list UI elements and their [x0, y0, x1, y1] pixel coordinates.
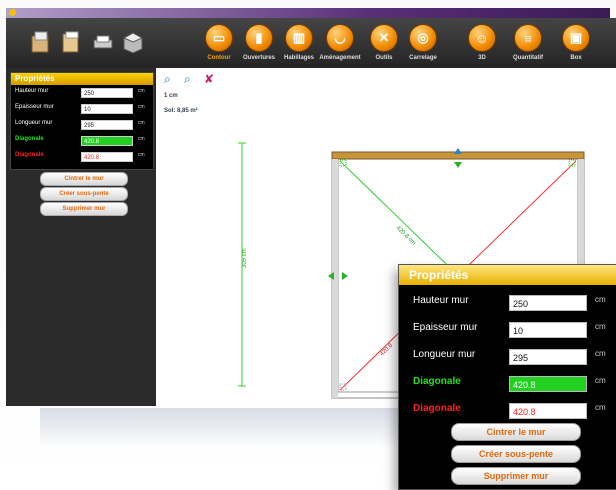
hammer-icon: ✕ — [370, 24, 398, 52]
unit-label: cm — [138, 152, 145, 158]
property-label: Diagonale — [15, 136, 44, 142]
property-row: Longueur mur 295 cm — [11, 117, 153, 133]
diagonal-green-field[interactable]: 420.8 — [509, 376, 587, 392]
unit-label: cm — [138, 88, 145, 94]
tool-box[interactable]: ▣ Box — [550, 24, 602, 66]
property-label: Diagonale — [413, 403, 461, 414]
property-row: Hauteur mur 250 cm — [399, 289, 616, 316]
diagonal-green-field[interactable]: 420.8 — [81, 136, 133, 146]
property-row: Diagonale 420.8 cm — [399, 370, 616, 397]
delete-wall-button[interactable]: Supprimer mur — [40, 202, 128, 216]
tool-label: Quantitatif — [513, 55, 543, 61]
window-titlebar — [6, 8, 610, 18]
thickness-field[interactable]: 10 — [81, 104, 133, 114]
delete-wall-button[interactable]: Supprimer mur — [451, 467, 581, 485]
vertical-dimension-label: 305 cm — [242, 248, 248, 268]
bathtub-icon: ◡ — [326, 24, 354, 52]
unit-label: cm — [595, 295, 606, 304]
paint-icon: ▥ — [285, 24, 313, 52]
floor-reflection — [40, 408, 400, 448]
handle-left-icon — [328, 272, 334, 280]
unit-label: cm — [138, 120, 145, 126]
length-field[interactable]: 295 — [509, 349, 587, 365]
print-icon[interactable] — [92, 30, 114, 54]
property-label: Epaisseur mur — [15, 104, 54, 110]
property-row: Epaisseur mur 10 cm — [11, 101, 153, 117]
export-box-icon[interactable] — [122, 30, 144, 54]
diagonal-red-field[interactable]: 420.8 — [509, 403, 587, 419]
unit-label: cm — [595, 403, 606, 412]
create-slope-button[interactable]: Créer sous-pente — [451, 445, 581, 463]
tool-3d[interactable]: ☺ 3D — [456, 24, 508, 66]
properties-title: Propriétés — [399, 265, 616, 285]
tool-label: Carrelage — [409, 55, 437, 61]
height-field[interactable]: 250 — [81, 88, 133, 98]
property-label: Hauteur mur — [413, 295, 469, 306]
open-folder-icon[interactable] — [30, 30, 52, 54]
diagonal-red-field[interactable]: 420.8 — [81, 152, 133, 162]
property-label: Longueur mur — [15, 120, 53, 126]
contour-icon: ▭ — [205, 24, 233, 52]
window-dot-icon — [9, 9, 16, 16]
bend-wall-button[interactable]: Cintrer le mur — [451, 423, 581, 441]
property-label: Epaisseur mur — [413, 322, 478, 333]
new-file-icon[interactable] — [60, 30, 82, 54]
tool-carrelage[interactable]: ◎ Carrelage — [397, 24, 449, 66]
tool-quantitatif[interactable]: ≡ Quantitatif — [502, 24, 554, 66]
door-icon: ▮ — [245, 24, 273, 52]
property-label: Diagonale — [413, 376, 461, 387]
properties-panel: Propriétés Hauteur mur 250 cm Epaisseur … — [10, 72, 154, 170]
sidebar: Propriétés Hauteur mur 250 cm Epaisseur … — [6, 68, 156, 406]
property-label: Longueur mur — [413, 349, 476, 360]
box-icon: ▣ — [562, 24, 590, 52]
property-row: Diagonale 420.8 cm — [11, 149, 153, 165]
properties-title: Propriétés — [11, 73, 153, 85]
handle-up-icon — [454, 148, 462, 154]
property-row: Diagonale 420.8 cm — [11, 133, 153, 149]
property-row: Longueur mur 295 cm — [399, 343, 616, 370]
toolbar: ▭ Contour ▮ Ouvertures ▥ Habillages ◡ Am… — [6, 18, 616, 68]
height-field[interactable]: 250 — [509, 295, 587, 311]
length-field[interactable]: 295 — [81, 120, 133, 130]
unit-label: cm — [138, 136, 145, 142]
unit-label: cm — [595, 349, 606, 358]
property-label: Hauteur mur — [15, 88, 49, 94]
tool-label: Box — [570, 55, 582, 61]
unit-label: cm — [595, 376, 606, 385]
property-row: Diagonale 420.8 cm — [399, 397, 616, 424]
tool-label: 3D — [478, 55, 486, 61]
property-label: Diagonale — [15, 152, 44, 158]
bend-wall-button[interactable]: Cintrer le mur — [40, 172, 128, 186]
property-row: Hauteur mur 250 cm — [11, 85, 153, 101]
thickness-field[interactable]: 10 — [509, 322, 587, 338]
3d-icon: ☺ — [468, 24, 496, 52]
create-slope-button[interactable]: Créer sous-pente — [40, 187, 128, 201]
unit-label: cm — [138, 104, 145, 110]
tiles-icon: ◎ — [409, 24, 437, 52]
list-icon: ≡ — [514, 24, 542, 52]
unit-label: cm — [595, 322, 606, 331]
properties-panel-zoomed: Propriétés Hauteur mur 250 cm Epaisseur … — [398, 264, 616, 490]
property-row: Epaisseur mur 10 cm — [399, 316, 616, 343]
